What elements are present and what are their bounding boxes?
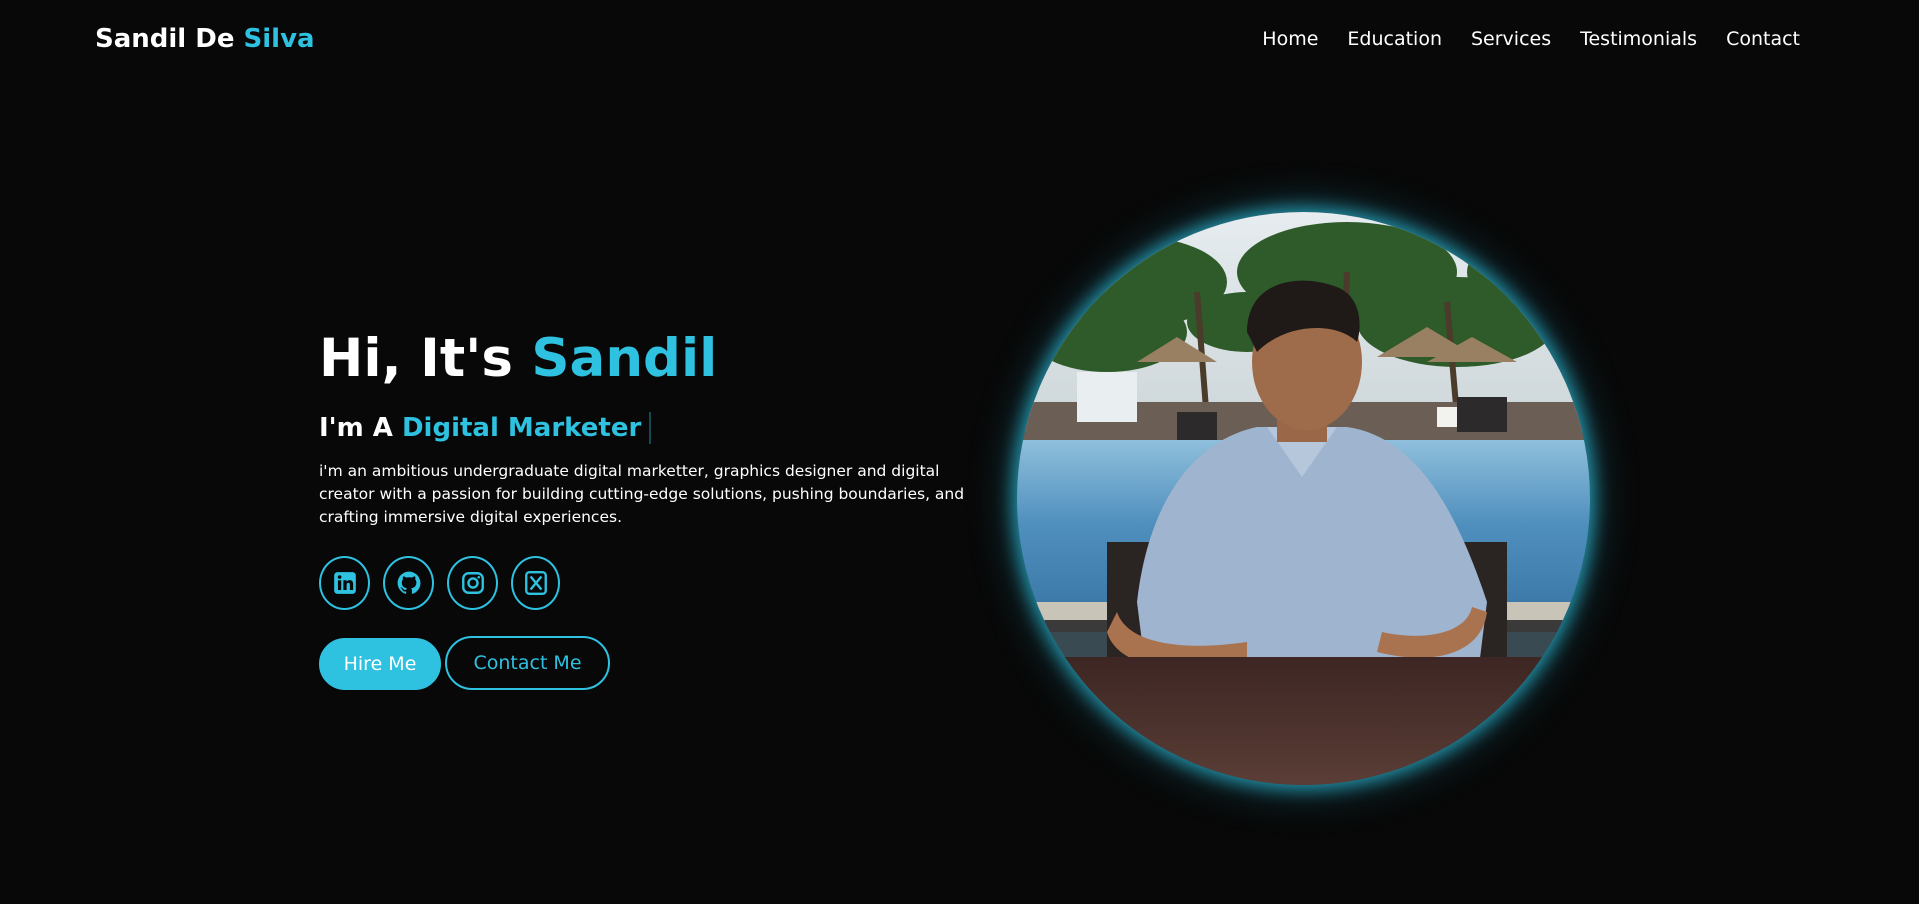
- hero-subtitle: I'm A Digital Marketer: [319, 412, 979, 444]
- hero-greeting: Hi, It's: [319, 328, 532, 389]
- nav-education[interactable]: Education: [1347, 28, 1442, 50]
- linkedin-link[interactable]: [319, 556, 370, 610]
- logo-first-name: Sandil De: [95, 24, 244, 54]
- hero-text: Hi, It's Sandil I'm A Digital Marketer i…: [319, 326, 979, 529]
- logo-last-name: Silva: [243, 24, 315, 54]
- nav-testimonials[interactable]: Testimonials: [1580, 28, 1697, 50]
- nav-services[interactable]: Services: [1471, 28, 1551, 50]
- social-links: [319, 556, 560, 610]
- instagram-link[interactable]: [447, 556, 498, 610]
- nav-home[interactable]: Home: [1262, 28, 1318, 50]
- role-prefix: I'm A: [319, 413, 393, 443]
- hero-name: Sandil: [531, 328, 718, 389]
- linkedin-icon: [333, 572, 356, 594]
- hero-title: Hi, It's Sandil: [319, 326, 979, 392]
- profile-photo-illustration: [1017, 212, 1590, 785]
- main-nav: Home Education Services Testimonials Con…: [1262, 28, 1800, 50]
- nav-contact[interactable]: Contact: [1726, 28, 1800, 50]
- hero-buttons: Hire Me Contact Me: [319, 636, 610, 690]
- hero-description: i'm an ambitious undergraduate digital m…: [319, 462, 965, 526]
- portfolio-page: Sandil De Silva Home Education Services …: [0, 0, 1919, 904]
- x-twitter-icon: [524, 570, 547, 596]
- x-twitter-link[interactable]: [511, 556, 560, 610]
- contact-me-button[interactable]: Contact Me: [445, 636, 610, 690]
- github-link[interactable]: [383, 556, 434, 610]
- instagram-icon: [461, 572, 484, 594]
- typing-caret: [649, 412, 652, 444]
- role-text: Digital Marketer: [401, 413, 642, 443]
- hire-me-button[interactable]: Hire Me: [319, 638, 441, 690]
- github-icon: [397, 571, 420, 594]
- profile-photo: [1017, 212, 1590, 785]
- site-logo[interactable]: Sandil De Silva: [95, 24, 315, 54]
